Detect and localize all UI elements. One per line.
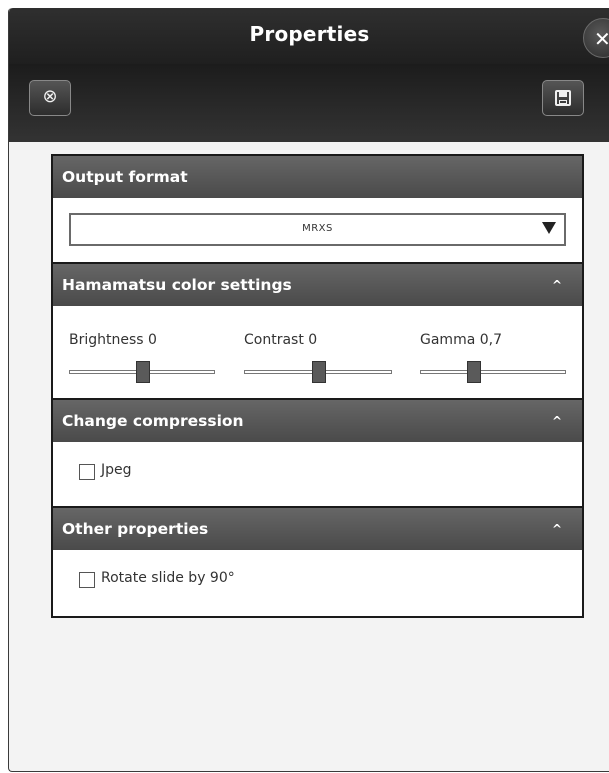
contrast-label: Contrast 0 <box>244 332 318 348</box>
properties-panel: Output format MRXS Hamamatsu color setti… <box>51 154 584 618</box>
dropdown-arrow-icon <box>542 222 556 234</box>
gamma-label: Gamma 0,7 <box>420 332 502 348</box>
jpeg-checkbox[interactable] <box>79 464 95 480</box>
output-format-header: Output format <box>53 156 582 198</box>
toolbar: ⊗ <box>9 64 609 142</box>
contrast-slider-thumb[interactable] <box>312 361 326 383</box>
collapse-caret-icon[interactable]: ^ <box>552 508 562 550</box>
color-settings-header[interactable]: Hamamatsu color settings ^ <box>53 264 582 306</box>
other-properties-header[interactable]: Other properties ^ <box>53 508 582 550</box>
color-settings-title: Hamamatsu color settings <box>62 276 292 294</box>
brightness-slider-thumb[interactable] <box>136 361 150 383</box>
window-title: Properties <box>249 22 370 46</box>
jpeg-label: Jpeg <box>101 462 132 478</box>
other-properties-title: Other properties <box>62 520 209 538</box>
gamma-slider[interactable] <box>420 361 566 383</box>
compression-title: Change compression <box>62 412 244 430</box>
rotate-label: Rotate slide by 90° <box>101 570 235 586</box>
collapse-caret-icon[interactable]: ^ <box>552 264 562 306</box>
brightness-slider[interactable] <box>69 361 215 383</box>
save-button[interactable] <box>542 80 584 116</box>
close-button[interactable]: ✕ <box>583 18 609 58</box>
brightness-label: Brightness 0 <box>69 332 157 348</box>
rotate-checkbox[interactable] <box>79 572 95 588</box>
close-icon: ✕ <box>594 27 609 51</box>
output-format-selected: MRXS <box>302 223 333 234</box>
contrast-slider[interactable] <box>244 361 392 383</box>
output-format-dropdown[interactable]: MRXS <box>69 213 566 246</box>
reset-icon: ⊗ <box>42 86 58 107</box>
gamma-slider-thumb[interactable] <box>467 361 481 383</box>
screen: Properties ✕ ⊗ Output format MRXS <box>0 0 609 773</box>
title-bar[interactable]: Properties ✕ <box>9 8 609 64</box>
compression-header[interactable]: Change compression ^ <box>53 400 582 442</box>
output-format-title: Output format <box>62 168 188 186</box>
properties-window: Properties ✕ ⊗ Output format MRXS <box>8 8 609 772</box>
collapse-caret-icon[interactable]: ^ <box>552 400 562 442</box>
reset-button[interactable]: ⊗ <box>29 80 71 116</box>
save-icon <box>555 90 571 106</box>
